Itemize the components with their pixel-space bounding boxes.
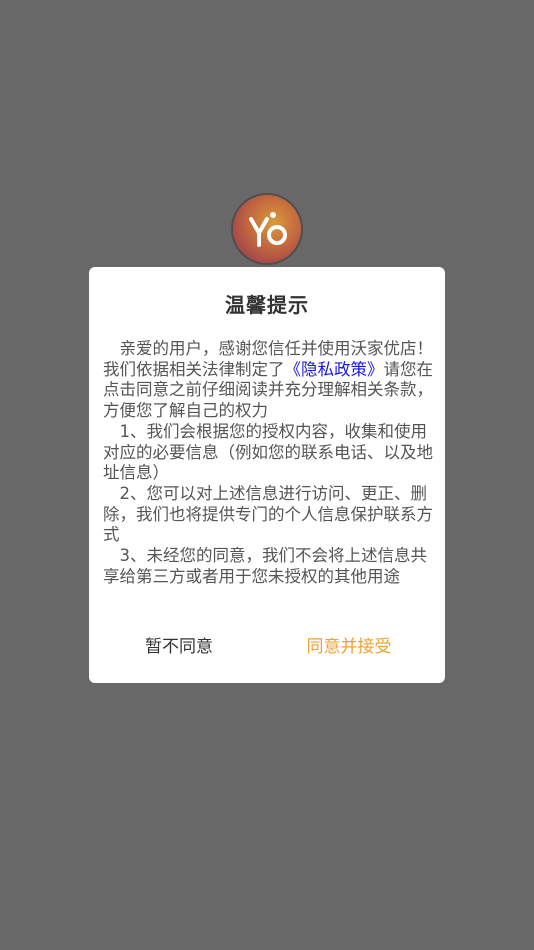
clause-item: 1、我们会根据您的授权内容，收集和使用对应的必要信息（例如您的联系电话、以及地址… — [103, 422, 433, 484]
dialog-body: 亲爱的用户，感谢您信任并使用沃家优店！我们依据相关法律制定了《隐私政策》请您在点… — [103, 339, 433, 587]
screen: 温馨提示 亲爱的用户，感谢您信任并使用沃家优店！我们依据相关法律制定了《隐私政策… — [0, 0, 534, 950]
clause-text: 1、我们会根据您的授权内容，收集和使用对应的必要信息（例如您的联系电话、以及地址… — [103, 421, 433, 483]
accept-button[interactable]: 同意并接受 — [294, 632, 404, 662]
yo-logo-icon — [233, 195, 301, 263]
clause-text: 3、未经您的同意，我们不会将上述信息共享给第三方或者用于您未授权的其他用途 — [103, 546, 427, 586]
clause-item: 2、您可以对上述信息进行访问、更正、删除，我们也将提供专门的个人信息保护联系方式 — [103, 484, 433, 546]
intro-paragraph: 亲爱的用户，感谢您信任并使用沃家优店！我们依据相关法律制定了《隐私政策》请您在点… — [103, 339, 433, 422]
clause-item: 3、未经您的同意，我们不会将上述信息共享给第三方或者用于您未授权的其他用途 — [103, 546, 433, 587]
decline-button[interactable]: 暂不同意 — [129, 632, 229, 662]
dialog-title: 温馨提示 — [225, 293, 309, 317]
clause-text: 2、您可以对上述信息进行访问、更正、删除，我们也将提供专门的个人信息保护联系方式 — [103, 483, 433, 545]
privacy-policy-link[interactable]: 《隐私政策》 — [285, 360, 384, 379]
privacy-dialog: 温馨提示 亲爱的用户，感谢您信任并使用沃家优店！我们依据相关法律制定了《隐私政策… — [89, 267, 445, 683]
